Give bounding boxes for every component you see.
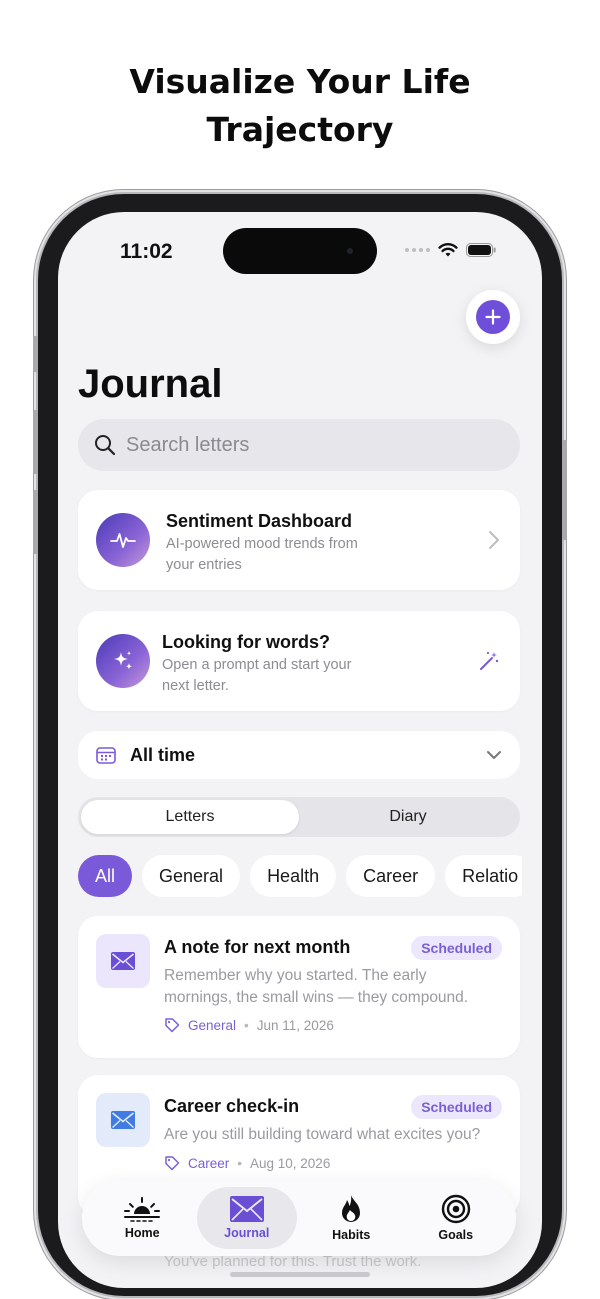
volume-down-button xyxy=(33,490,38,554)
sentiment-dashboard-card[interactable]: Sentiment Dashboard AI-powered mood tren… xyxy=(78,490,520,590)
magic-wand-icon[interactable] xyxy=(478,650,500,672)
meta-separator: • xyxy=(244,1017,249,1033)
segment-letters[interactable]: Letters xyxy=(81,800,299,834)
volume-up-button xyxy=(33,410,38,474)
letter-preview-line-1: Remember why you started. The early xyxy=(164,967,427,984)
chip-general[interactable]: General xyxy=(142,855,241,897)
tab-journal-label: Journal xyxy=(224,1226,270,1240)
time-range-dropdown[interactable]: All time xyxy=(78,731,520,779)
flame-icon xyxy=(342,1195,361,1222)
status-time: 11:02 xyxy=(120,240,173,263)
headline-line-1: Visualize Your Life xyxy=(129,62,471,101)
envelope-icon xyxy=(111,952,135,970)
battery-icon xyxy=(466,243,496,257)
phone-screen: 11:02 Journal Search letters Sentiment D… xyxy=(58,212,542,1288)
envelope-icon xyxy=(111,1111,135,1129)
calendar-icon xyxy=(96,747,116,764)
sparkles-icon xyxy=(114,651,133,670)
letters-diary-segmented-control: Letters Diary xyxy=(78,797,520,837)
meta-separator: • xyxy=(237,1155,242,1171)
bottom-tab-bar: Home Journal Habits Goals xyxy=(82,1180,516,1256)
search-placeholder: Search letters xyxy=(126,433,250,456)
letter-preview: Remember why you started. The early morn… xyxy=(164,965,468,1009)
time-range-label: All time xyxy=(130,744,196,765)
chip-all[interactable]: All xyxy=(78,855,133,897)
sentiment-subtitle-line-2: your entries xyxy=(166,557,242,573)
writing-prompt-card[interactable]: Looking for words? Open a prompt and sta… xyxy=(78,611,520,711)
power-button xyxy=(562,440,567,540)
letter-date: Aug 10, 2026 xyxy=(250,1155,331,1171)
letter-avatar xyxy=(96,1093,150,1147)
new-letter-button[interactable] xyxy=(466,290,520,344)
plus-icon xyxy=(485,309,501,325)
wifi-icon xyxy=(438,243,458,257)
dynamic-island xyxy=(223,228,377,274)
chip-career[interactable]: Career xyxy=(346,855,436,897)
marketing-headline: Visualize Your Life Trajectory xyxy=(0,58,600,154)
cellular-dots-icon xyxy=(405,248,430,252)
letter-meta: Career • Aug 10, 2026 xyxy=(164,1155,330,1171)
tab-home[interactable]: Home xyxy=(92,1187,192,1249)
letter-preview: Are you still building toward what excit… xyxy=(164,1124,480,1146)
tab-habits-label: Habits xyxy=(332,1228,371,1242)
letter-preview-line-1: Are you still building toward what excit… xyxy=(164,1126,481,1143)
headline-line-2: Trajectory xyxy=(206,110,394,149)
tab-home-label: Home xyxy=(124,1226,160,1240)
letter-preview-line-2: mornings, the small wins — they compound… xyxy=(164,989,469,1006)
envelope-icon xyxy=(229,1196,264,1222)
status-badge: Scheduled xyxy=(411,936,502,960)
prompt-subtitle-line-2: next letter. xyxy=(162,678,229,694)
prompt-subtitle: Open a prompt and start your next letter… xyxy=(162,655,351,697)
home-indicator xyxy=(230,1272,370,1277)
tab-journal[interactable]: Journal xyxy=(196,1187,297,1249)
sentiment-avatar xyxy=(96,513,150,567)
sunrise-icon xyxy=(124,1197,161,1222)
tag-icon xyxy=(165,1018,180,1033)
letter-card[interactable]: A note for next month Scheduled Remember… xyxy=(78,916,520,1058)
tab-goals[interactable]: Goals xyxy=(406,1187,506,1249)
letter-date: Jun 11, 2026 xyxy=(256,1017,334,1033)
target-icon xyxy=(441,1194,470,1224)
tab-goals-label: Goals xyxy=(438,1228,474,1242)
letter-title: A note for next month xyxy=(164,937,351,957)
letter-category: General xyxy=(188,1017,237,1033)
prompt-subtitle-line-1: Open a prompt and start your xyxy=(162,657,352,673)
tab-habits[interactable]: Habits xyxy=(301,1187,401,1249)
chip-relationships[interactable]: Relatio xyxy=(445,855,522,897)
letter-title: Career check-in xyxy=(164,1096,300,1116)
letter-avatar xyxy=(96,934,150,988)
category-chips: All General Health Career Relatio xyxy=(78,855,522,897)
action-button xyxy=(33,336,38,372)
chevron-right-icon xyxy=(489,531,499,549)
chevron-down-icon xyxy=(487,751,501,759)
sentiment-title: Sentiment Dashboard xyxy=(166,511,353,531)
search-input[interactable]: Search letters xyxy=(78,419,520,471)
letter-category: Career xyxy=(188,1155,230,1171)
search-icon xyxy=(95,435,116,456)
status-badge: Scheduled xyxy=(411,1095,502,1119)
status-icons xyxy=(405,242,496,258)
chip-health[interactable]: Health xyxy=(250,855,337,897)
segment-diary[interactable]: Diary xyxy=(299,800,517,834)
tag-icon xyxy=(165,1156,180,1171)
sentiment-subtitle-line-1: AI-powered mood trends from xyxy=(166,536,358,552)
sentiment-subtitle: AI-powered mood trends from your entries xyxy=(166,534,358,576)
prompt-title: Looking for words? xyxy=(162,632,330,652)
prompt-avatar xyxy=(96,634,150,688)
pulse-icon xyxy=(110,533,136,548)
page-title: Journal xyxy=(78,362,223,406)
letter-meta: General • Jun 11, 2026 xyxy=(164,1017,334,1033)
